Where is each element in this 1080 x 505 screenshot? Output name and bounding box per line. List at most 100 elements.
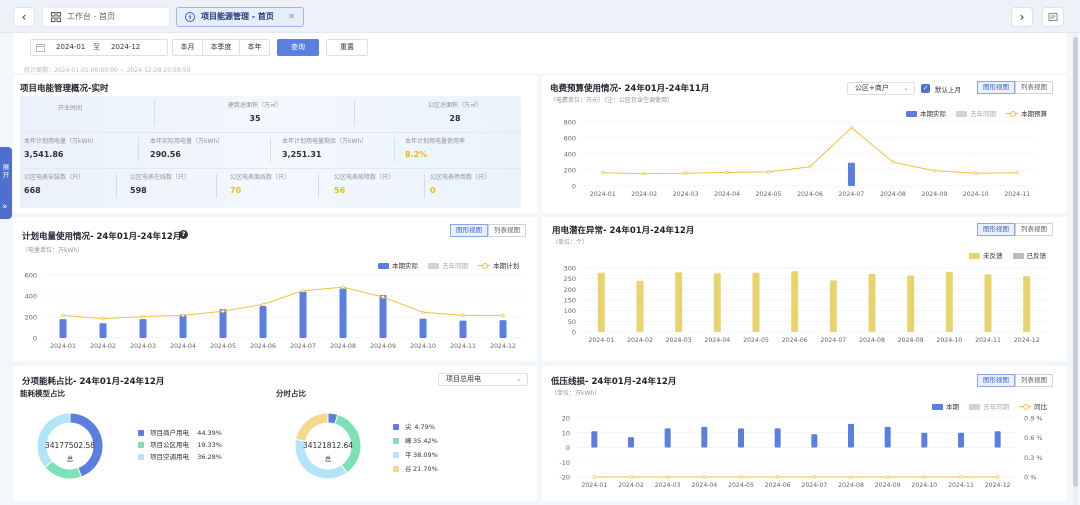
y-tick-label: 600 <box>25 272 37 280</box>
list-view-button[interactable]: 列表视图 <box>1015 81 1053 94</box>
line-point <box>996 475 1000 479</box>
bar <box>868 273 876 332</box>
bar <box>811 434 818 448</box>
date-range-picker[interactable]: 2024-01 至 2024-12 <box>30 39 168 56</box>
time-donut-total: 34121812.64 总 <box>302 441 354 463</box>
bar <box>958 432 964 448</box>
anomaly-legend: 未反馈 已反馈 <box>969 250 1046 260</box>
y-tick-label: 150 <box>564 297 576 305</box>
legend-item[interactable]: 项目空调用电 36.28% <box>138 451 222 463</box>
tab-energy-home[interactable]: 项目能源管理 - 首页 ✕ <box>176 7 304 27</box>
category-select[interactable]: 项目总用电 ⌄ <box>438 373 528 386</box>
expand-label: 展开 <box>2 163 10 179</box>
query-button[interactable]: 查询 <box>277 39 319 56</box>
x-tick-label: 2024-10 <box>911 482 937 489</box>
period-note: 统计周期：2024-01-01 00:00:00 ~ 2024-12-28 23… <box>24 67 191 74</box>
x-tick-label: 2024-11 <box>975 337 1001 344</box>
line-point <box>683 171 688 175</box>
bar <box>884 426 891 448</box>
legend-item[interactable]: 谷 21.70% <box>393 463 438 475</box>
x-tick-label: 2024-10 <box>410 343 436 350</box>
legend-item[interactable]: 平 38.09% <box>393 449 438 461</box>
start-date[interactable]: 2024-01 <box>56 40 85 55</box>
graph-view-button[interactable]: 图形视图 <box>450 224 488 237</box>
y-tick-label: 0 <box>33 335 37 343</box>
budget-unit: （电费单位：万元）（注：公区包含空调使用） <box>550 97 674 104</box>
back-button[interactable]: ‹ <box>13 7 35 27</box>
close-icon[interactable]: ✕ <box>288 8 295 26</box>
end-date[interactable]: 2024-12 <box>111 40 140 55</box>
bar <box>597 272 605 332</box>
lineloss-chart: -20 -10 0 10 20 0 % 0.3 % 0.6 % 0.9 % 2024-01 2024… <box>559 415 1042 490</box>
plan-chart: 0 200 400 600 2024-01 2024-02 2024-03 2024-04 20… <box>25 272 523 350</box>
line-point <box>642 171 646 176</box>
plan-view-toggle: 图形视图 列表视图 <box>450 224 526 237</box>
top-tabs-bar: ‹ 工作台 - 首页 项目能源管理 - 首页 ✕ › <box>0 0 1080 33</box>
this-month-button[interactable]: 本月 <box>172 39 203 56</box>
bar <box>994 431 1001 448</box>
chevron-down-icon: ⌄ <box>516 375 522 383</box>
x-tick-label: 2024-05 <box>210 343 236 350</box>
line-point <box>849 475 853 479</box>
reset-button[interactable]: 重置 <box>326 39 368 56</box>
x-tick-label: 2024-02 <box>627 337 653 344</box>
x-tick-label: 2024-09 <box>898 337 924 344</box>
model-legend: 项目商户用电 44.39% 项目公区用电 19.33% 项目空调用电 36.28% <box>138 427 222 463</box>
forward-button[interactable]: › <box>1011 7 1033 27</box>
line-point <box>421 310 425 314</box>
scope-select[interactable]: 公区+商户 ⌄ <box>847 82 915 95</box>
chevron-right-icon: » <box>2 202 8 212</box>
bar <box>459 320 467 338</box>
scrollbar[interactable] <box>1073 33 1078 505</box>
bar <box>139 319 147 338</box>
legend-item[interactable]: 项目公区用电 19.33% <box>138 439 222 451</box>
bar <box>847 162 855 186</box>
stat-meters-online: 公区电表在线数（只） 598 <box>130 174 191 195</box>
x-tick-label: 2024-06 <box>782 337 808 344</box>
tab-label: 项目能源管理 - 首页 <box>201 12 274 21</box>
line-point <box>61 313 65 318</box>
legend-unfed[interactable]: 未反馈 <box>969 252 1003 260</box>
help-icon[interactable]: ? <box>179 230 188 239</box>
line-point <box>849 125 854 130</box>
bar <box>99 323 107 338</box>
graph-view-button[interactable]: 图形视图 <box>977 223 1015 236</box>
x-tick-label: 2024-08 <box>330 343 356 350</box>
y2-tick-label: 0 % <box>1024 474 1036 482</box>
legend-item[interactable]: 峰 35.42% <box>393 435 438 447</box>
line-point <box>776 475 780 479</box>
legend-fed[interactable]: 已反馈 <box>1012 252 1046 260</box>
this-year-button[interactable]: 本年 <box>239 39 270 56</box>
stat-meters-fault: 公区电表故障数（只） 56 <box>334 174 395 195</box>
bar <box>179 314 187 338</box>
legend-item[interactable]: 项目商户用电 44.39% <box>138 427 222 439</box>
window-icon[interactable] <box>1042 7 1064 27</box>
y-tick-label: 600 <box>564 135 576 143</box>
list-view-button[interactable]: 列表视图 <box>488 224 526 237</box>
bar <box>499 320 507 338</box>
list-view-button[interactable]: 列表视图 <box>1015 223 1053 236</box>
default-last-month-checkbox[interactable]: ✓ <box>921 84 930 93</box>
overview-stats: 开业时间 建筑总面积（万㎡） 35 公区总面积（万㎡） 28 本年计划用电量（万kW… <box>20 96 521 208</box>
x-tick-label: 2024-07 <box>290 343 316 350</box>
legend-item[interactable]: 尖 4.79% <box>393 421 435 433</box>
y-tick-label: 800 <box>564 119 576 127</box>
graph-view-button[interactable]: 图形视图 <box>977 374 1015 387</box>
list-view-button[interactable]: 列表视图 <box>1015 374 1053 387</box>
x-tick-label: 2024-11 <box>948 482 974 489</box>
this-quarter-button[interactable]: 本季度 <box>202 39 240 56</box>
bar <box>738 428 744 448</box>
bar <box>379 294 387 338</box>
sidebar-expand-handle[interactable]: 展开 » <box>0 147 12 219</box>
stat-meters-installed: 公区电表安装数（只） 668 <box>24 174 85 195</box>
x-tick-label: 2024-09 <box>875 482 901 489</box>
y-tick-label: 400 <box>25 293 37 301</box>
tab-workbench-home[interactable]: 工作台 - 首页 <box>42 7 170 27</box>
x-tick-label: 2024-07 <box>839 191 865 198</box>
checkbox-label: 默认上月 <box>935 86 961 94</box>
graph-view-button[interactable]: 图形视图 <box>977 81 1015 94</box>
bar <box>339 288 347 338</box>
x-tick-label: 2024-03 <box>130 343 156 350</box>
x-tick-label: 2024-12 <box>985 482 1011 489</box>
stat-meters-disabled: 公区电表停用数（只） 0 <box>430 174 491 195</box>
